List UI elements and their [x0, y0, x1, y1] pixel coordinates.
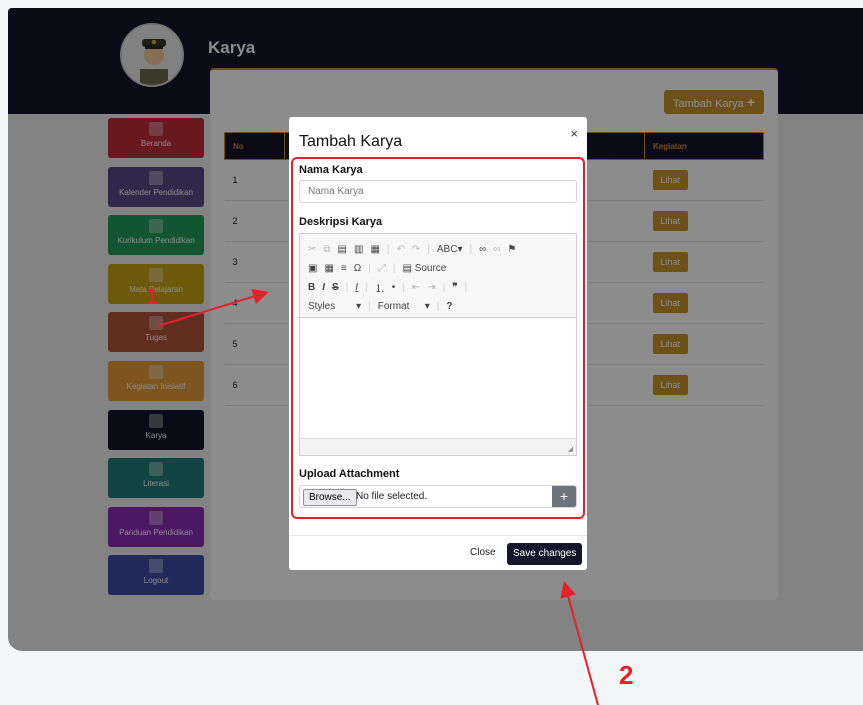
arrow-step-2: [560, 581, 599, 705]
arrow-step-1: [157, 288, 269, 327]
step-2-label: 2: [619, 660, 634, 690]
step-1-label: 1: [146, 284, 159, 309]
annotation-arrows: [157, 288, 599, 705]
screen: Karya Beranda Kalender Pendidikan Kurikulu…: [0, 0, 863, 705]
